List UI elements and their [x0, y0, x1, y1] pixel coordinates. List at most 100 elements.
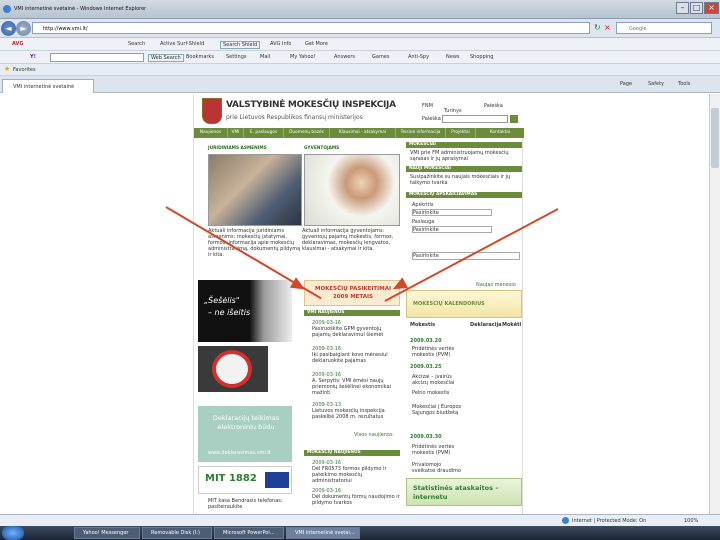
lang-paieska[interactable]: Paieška — [484, 103, 503, 109]
e-declaration-banner[interactable]: Deklaracijų teikimas elektroniniu būdu w… — [198, 406, 292, 462]
tax-cal-row-2-1[interactable]: Privalomojo sveikatos draudimo įmokos — [412, 462, 466, 474]
toolbar2-item-0[interactable]: Web Search — [148, 54, 184, 62]
scroll-thumb[interactable] — [711, 108, 719, 168]
menu-projektai[interactable]: Projektai — [446, 128, 476, 138]
news-item-1[interactable]: Iki pasibaigiant kovo mėnesiui deklaruok… — [312, 352, 400, 364]
toolbar2-item-3[interactable]: Mail — [260, 54, 270, 60]
toolbar1-item-3[interactable]: Search Shield — [220, 41, 261, 49]
toolbar2-item-1[interactable]: Bookmarks — [186, 54, 214, 60]
tax-cal-col-1: Deklaracija — [470, 322, 502, 328]
statistics-banner[interactable]: Statistinės ataskaitos – internetu — [406, 478, 522, 506]
legal-persons-heading[interactable]: JURIDINIAMS ASMENIMS — [208, 146, 267, 152]
tax-cal-row-2-0[interactable]: Pridėtinės vertės mokestis (PVM) — [412, 444, 466, 456]
site-search-input[interactable] — [442, 115, 508, 123]
menu-naujienos[interactable]: Naujienos — [194, 128, 228, 138]
calc-label-1: Paslauga — [412, 219, 435, 225]
back-button[interactable]: ◄ — [1, 21, 16, 36]
menu-vmi[interactable]: VMI — [228, 128, 244, 138]
tax-cal-row-1-1[interactable]: Pelno mokestis — [412, 390, 466, 402]
toolbar2-item-5[interactable]: Answers — [334, 54, 355, 60]
yahoo-toolbar: Y! Web Search Bookmarks Settings Mail My… — [0, 51, 720, 64]
menu-duomenu-bazes[interactable]: Duomenų bazės — [284, 128, 330, 138]
taskbar-powerpoint[interactable]: Microsoft PowerPoi... — [214, 527, 284, 539]
menu-e-paslaugos[interactable]: E. paslaugos — [244, 128, 284, 138]
yahoo-search-input[interactable] — [50, 53, 144, 62]
taxes-text[interactable]: VMI prie FM administruojamų mokesčių sąr… — [410, 150, 520, 164]
news-item-2[interactable]: A. Šerpytis: VMI ėmėsi naujų priemonių š… — [312, 378, 400, 396]
tax-news-item-1[interactable]: Dėl dokumentų formų naudojimo ir pildymo… — [312, 494, 400, 512]
no-smoking-banner[interactable] — [198, 346, 268, 392]
toolbar1-item-0[interactable]: AVG — [12, 41, 82, 47]
tab-vmi[interactable]: VMI internetinė svetainė — [2, 79, 94, 93]
tax-news-item-0[interactable]: Dėl FR0573 formos pildymo ir pateikimo m… — [312, 466, 400, 484]
coat-of-arms-logo — [202, 98, 222, 124]
tax-cal-row-1-2[interactable]: Mokesčiai į Europos Sąjungos biudžetą — [412, 404, 466, 422]
taxes-heading[interactable]: MOKESČIAI — [406, 142, 522, 148]
calc-heading: MOKESČIŲ APSKAIČIAVIMAS — [406, 192, 522, 198]
forward-button[interactable]: ► — [16, 21, 31, 36]
start-button[interactable] — [2, 526, 24, 540]
menu-kontaktai[interactable]: Kontaktai — [476, 128, 524, 138]
no-smoking-icon — [212, 350, 252, 388]
avg-toolbar: AVG Search Active Surf-Shield Search Shi… — [0, 38, 720, 51]
taskbar-removable-disk[interactable]: Removable Disk (I:) — [142, 527, 212, 539]
lang-fnm[interactable]: FNM — [422, 103, 433, 109]
tax-changes-line1: MOKESČIŲ PASIKEITIMAI — [314, 286, 392, 292]
toolbar2-item-7[interactable]: Anti-Spy — [408, 54, 429, 60]
main-menu: Naujienos VMI E. paslaugos Duomenų bazės… — [194, 128, 524, 138]
command-tools[interactable]: Tools — [678, 81, 690, 87]
search-input[interactable]: Google — [616, 22, 712, 34]
command-page[interactable]: Page — [620, 81, 632, 87]
url-input[interactable]: http://www.vmi.lt/ — [32, 22, 590, 34]
toolbar2-item-4[interactable]: My Yahoo! — [290, 54, 316, 60]
toolbar2-item-6[interactable]: Games — [372, 54, 390, 60]
vmi-news-heading[interactable]: VMI NAUJIENOS — [304, 310, 400, 316]
lang-turinys[interactable]: Turinys — [444, 108, 462, 114]
toolbar1-item-5[interactable]: Get More — [305, 41, 328, 47]
search-placeholder: Google — [629, 26, 647, 32]
toolbar2-item-9[interactable]: Shopping — [470, 54, 493, 60]
toolbar1-item-2[interactable]: Active Surf-Shield — [160, 41, 204, 47]
maximize-button[interactable]: □ — [690, 2, 703, 14]
taskbar-yahoo-messenger[interactable]: Yahoo! Messenger — [74, 527, 140, 539]
stop-icon[interactable]: × — [604, 23, 611, 32]
status-bar: Internet | Protected Mode: On 100% — [0, 514, 720, 526]
yahoo-logo-icon: Y! — [30, 54, 36, 60]
toolbar2-item-2[interactable]: Settings — [226, 54, 247, 60]
refresh-icon[interactable]: ↻ — [594, 23, 601, 32]
tax-calendar-banner[interactable]: MOKESČIŲ KALENDORIUS — [406, 290, 522, 318]
menu-teisine-informacija[interactable]: Teisinė informacija — [396, 128, 446, 138]
toolbar1-item-4[interactable]: AVG Info — [270, 41, 291, 47]
tax-changes-2009-banner[interactable]: MOKESČIŲ PASIKEITIMAI 2009 METAIS — [304, 280, 400, 306]
mit-banner[interactable]: MIT 1882 — [198, 466, 292, 494]
calc-select-1[interactable]: Pasirinkite — [412, 226, 492, 233]
close-button[interactable]: × — [704, 2, 719, 14]
toolbar1-item-1[interactable]: Search — [128, 41, 145, 47]
vertical-scrollbar[interactable] — [709, 94, 720, 514]
minimize-button[interactable]: – — [676, 2, 689, 14]
zoom-level[interactable]: 100% — [684, 518, 698, 524]
ie-icon — [3, 5, 11, 13]
taskbar-ie[interactable]: VMI internetinė svetai... — [286, 527, 360, 539]
tax-cal-col-2: Mokėti — [502, 322, 522, 328]
new-taxes-heading[interactable]: NAUJI MOKESČIAI — [406, 166, 522, 172]
news-more-link[interactable]: Visos naujienos — [354, 432, 393, 438]
tax-cal-date-2: 2009.03.30 — [410, 434, 442, 440]
news-item-0[interactable]: Pasiruoškite GPM gyventojų pajamų deklar… — [312, 326, 400, 338]
individuals-heading[interactable]: GYVENTOJAMS — [304, 146, 339, 152]
search-go-button[interactable] — [510, 115, 518, 123]
toolbar2-item-8[interactable]: News — [446, 54, 460, 60]
news-list: 2009-03-16 Pasiruoškite GPM gyventojų pa… — [306, 320, 400, 444]
menu-klausimai[interactable]: Klausimai - atsakymai — [330, 128, 396, 138]
command-safety[interactable]: Safety — [648, 81, 664, 87]
shadow-campaign-banner[interactable]: „Šešėlis" – ne išeitis — [198, 280, 292, 342]
tax-cal-row-0-0[interactable]: Pridėtinės vertės mokestis (PVM) — [412, 346, 466, 358]
new-month-link[interactable]: Naujas mėnesio — [476, 282, 516, 288]
favorites-button[interactable]: Favorites — [13, 67, 36, 73]
vmi-website: VALSTYBINĖ MOKESČIŲ INSPEKCIJA prie Liet… — [193, 94, 524, 514]
tax-cal-row-1-0[interactable]: Akcizai – įvairūs akcizų mokesčiai — [412, 374, 466, 386]
new-taxes-text[interactable]: Susipažinkite su naujais mokesčiais ir j… — [410, 174, 520, 188]
news-item-3[interactable]: Lietuvos mokesčių inspekcija paskelbė 20… — [312, 408, 400, 426]
calc-select-0[interactable]: Pasirinkite — [412, 209, 492, 216]
tax-news-heading[interactable]: MOKESČIŲ NAUJIENOS — [304, 450, 400, 456]
